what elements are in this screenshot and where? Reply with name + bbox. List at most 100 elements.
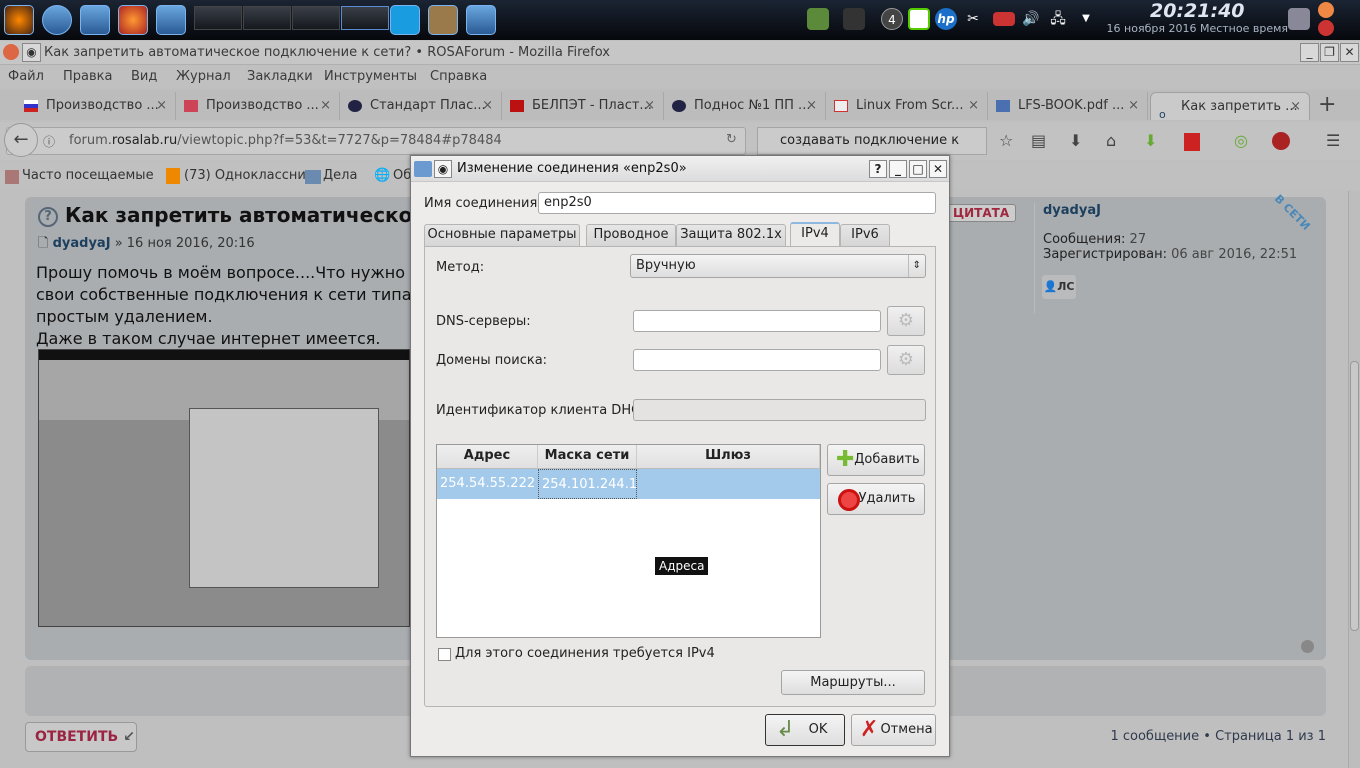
tab-active[interactable]: o Как запретить ... × — [1150, 92, 1310, 121]
back-to-top-icon[interactable] — [1301, 640, 1314, 653]
file-manager-icon[interactable] — [156, 5, 186, 35]
domains-settings-gear-icon[interactable]: ⚙ — [887, 345, 925, 375]
taskbar-window-3[interactable] — [292, 6, 340, 30]
reload-icon[interactable]: ↻ — [726, 132, 737, 147]
quote-button[interactable]: ЦИТАТА — [946, 204, 1017, 222]
tab[interactable]: Производство ... × — [16, 92, 176, 120]
help-button[interactable]: ? — [869, 160, 887, 178]
hp-icon[interactable]: hp — [935, 8, 957, 30]
search-input[interactable]: создавать подключение к сети⚲→ — [757, 127, 987, 174]
routes-button[interactable]: Маршруты... — [781, 670, 925, 695]
new-tab-button[interactable]: + — [1318, 92, 1336, 117]
skype-icon[interactable] — [390, 5, 420, 35]
scissors-icon[interactable]: ✂ — [962, 8, 984, 30]
editor-icon[interactable] — [80, 5, 110, 35]
delete-button[interactable]: Удалить — [827, 483, 925, 515]
require-ipv4-label[interactable]: Для этого соединения требуется IPv4 — [455, 646, 715, 661]
kde-menu-icon[interactable] — [4, 5, 34, 35]
hamburger-menu-icon[interactable]: ☰ — [1326, 131, 1340, 150]
menu-bookmarks[interactable]: Закладки — [247, 69, 313, 84]
profile-name[interactable]: dyadyaJ — [1043, 203, 1297, 218]
volume-icon[interactable]: 🔊 — [1020, 8, 1042, 30]
close-button[interactable]: ✕ — [929, 160, 947, 178]
desktop-counter-icon[interactable]: 4 — [881, 8, 903, 30]
browser-icon[interactable] — [42, 5, 72, 35]
bookmark-dela[interactable]: Дела — [323, 168, 357, 183]
scrollbar-thumb[interactable] — [1350, 361, 1359, 631]
tab-ipv6[interactable]: IPv6 — [840, 224, 890, 246]
post-author[interactable]: dyadyaJ — [53, 236, 111, 251]
bookmark-star-icon[interactable]: ☆ — [999, 131, 1013, 150]
adblock-icon[interactable] — [1272, 132, 1290, 150]
bookmark-other[interactable]: Об — [393, 168, 411, 183]
system-monitor-icon[interactable] — [807, 8, 829, 30]
minimize-button[interactable]: _ — [1300, 43, 1319, 62]
dns-settings-gear-icon[interactable]: ⚙ — [887, 306, 925, 336]
window-menu-icon[interactable]: ◉ — [434, 160, 452, 178]
column-netmask[interactable]: Маска сети — [538, 445, 637, 469]
tray-expand-icon[interactable]: ▼ — [1075, 8, 1097, 30]
network-icon[interactable]: 🖧 — [1047, 8, 1069, 30]
reply-button[interactable]: ОТВЕТИТЬ ↙ — [25, 722, 137, 752]
power-icon[interactable] — [1318, 20, 1334, 36]
connection-name-input[interactable]: enp2s0 — [538, 192, 936, 214]
notes-icon[interactable] — [908, 8, 930, 30]
method-select[interactable]: Вручную ⇕ — [630, 254, 926, 278]
dns-input[interactable] — [633, 310, 881, 332]
firefox-icon[interactable] — [118, 5, 148, 35]
taskbar-window-2[interactable] — [243, 6, 291, 30]
maximize-button[interactable]: □ — [909, 160, 927, 178]
column-gateway[interactable]: Шлюз — [637, 445, 820, 469]
url-bar[interactable]: forum.rosalab.ru/viewtopic.php?f=53&t=77… — [6, 127, 746, 155]
tab-close-icon[interactable]: × — [1290, 93, 1301, 121]
news-extension-icon[interactable] — [1184, 133, 1200, 151]
tab-close-icon[interactable]: × — [644, 92, 655, 120]
minimize-button[interactable]: _ — [889, 160, 907, 178]
cell-netmask[interactable]: 254.101.244.1... — [538, 469, 637, 499]
tab-wired[interactable]: Проводное — [586, 224, 676, 246]
tab[interactable]: LFS-BOOK.pdf ... × — [988, 92, 1148, 120]
add-button[interactable]: ✚ Добавить — [827, 444, 925, 476]
keyboard-layout-icon[interactable] — [993, 12, 1015, 26]
extension-icon[interactable]: ◎ — [1234, 131, 1248, 150]
menu-file[interactable]: Файл — [8, 69, 44, 84]
tab-close-icon[interactable]: × — [968, 92, 979, 120]
tab-general[interactable]: Основные параметры — [424, 224, 580, 246]
tab[interactable]: Linux From Scr... × — [826, 92, 988, 120]
user-icon[interactable] — [843, 8, 865, 30]
tab[interactable]: Производство ... × — [176, 92, 340, 120]
tab[interactable]: Поднос №1 ПП ... × — [664, 92, 826, 120]
ok-button[interactable]: ↲ OK — [765, 714, 845, 746]
search-domains-input[interactable] — [633, 349, 881, 371]
tab[interactable]: БЕЛПЭТ - Пласт... × — [502, 92, 664, 120]
tab[interactable]: Стандарт Плас... × — [340, 92, 502, 120]
menu-help[interactable]: Справка — [430, 69, 487, 84]
menu-view[interactable]: Вид — [131, 69, 157, 84]
back-button[interactable]: ← — [4, 123, 38, 157]
menu-tools[interactable]: Инструменты — [324, 69, 417, 84]
post-screenshot-image[interactable] — [38, 349, 410, 627]
download-helper-icon[interactable]: ⬇ — [1144, 131, 1157, 150]
column-address[interactable]: Адрес — [437, 445, 538, 469]
info-icon[interactable]: ⓘ — [43, 133, 55, 150]
taskbar-window-1[interactable] — [194, 6, 242, 30]
home-icon[interactable]: ⌂ — [1106, 131, 1116, 150]
tab-close-icon[interactable]: × — [320, 92, 331, 120]
scrollbar[interactable] — [1348, 191, 1360, 768]
menu-history[interactable]: Журнал — [176, 69, 231, 84]
window-menu-icon[interactable]: ◉ — [22, 43, 41, 62]
tab-close-icon[interactable]: × — [156, 92, 167, 120]
reading-list-icon[interactable]: ▤ — [1031, 131, 1046, 150]
clock[interactable]: 20:21:40 16 ноября 2016 Местное время — [1107, 0, 1288, 35]
cancel-button[interactable]: ✗ Отмена — [851, 714, 936, 746]
trash-icon[interactable] — [1288, 8, 1310, 30]
tab-close-icon[interactable]: × — [482, 92, 493, 120]
require-ipv4-checkbox[interactable] — [438, 648, 451, 661]
package-manager-icon[interactable] — [428, 5, 458, 35]
downloads-icon[interactable]: ⬇ — [1069, 131, 1082, 150]
bookmark-frequent[interactable]: Часто посещаемые — [22, 168, 154, 183]
cell-gateway[interactable] — [637, 469, 820, 499]
tab-security[interactable]: Защита 802.1x — [676, 224, 786, 246]
tab-close-icon[interactable]: × — [1128, 92, 1139, 120]
table-row[interactable]: 254.54.55.222 254.101.244.1... — [437, 469, 820, 499]
